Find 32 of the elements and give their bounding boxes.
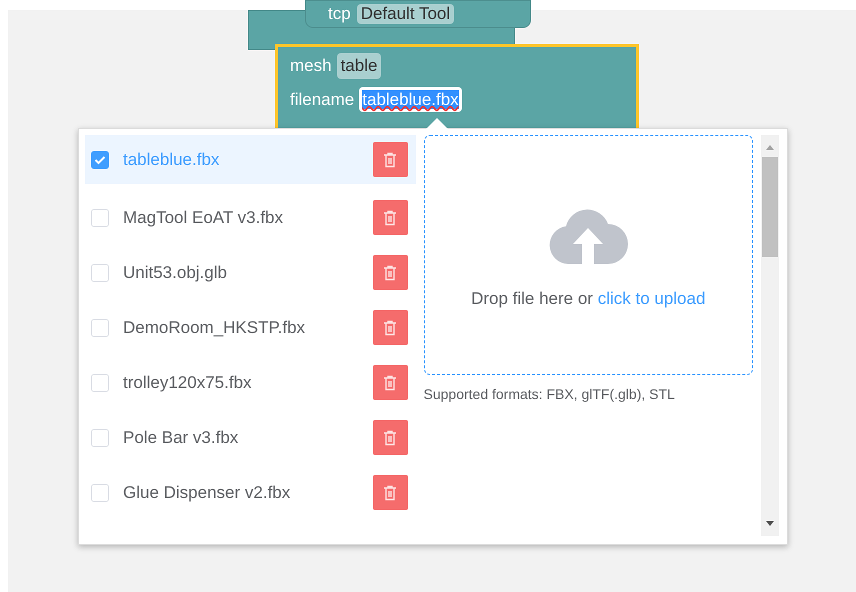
delete-button[interactable] (372, 142, 408, 177)
block-label: tcp (328, 4, 351, 24)
trash-icon (383, 320, 397, 336)
file-name: trolley120x75.fbx (123, 372, 253, 394)
checkbox[interactable] (91, 150, 109, 168)
trash-icon (383, 430, 397, 446)
block-label: filename (290, 88, 354, 110)
dropdown-field[interactable]: table (336, 53, 382, 78)
trash-icon (383, 152, 397, 168)
file-name: Glue Dispenser v2.fbx (123, 482, 292, 504)
file-name: Pole Bar v3.fbx (123, 426, 240, 449)
file-name: Unit53.obj.glb (123, 262, 228, 284)
check-icon (94, 154, 106, 164)
file-name: tableblue.fbx (123, 148, 220, 171)
format-note: Supported formats: FBX, glTF(.glb), STL (424, 385, 676, 404)
block-label: mesh (290, 55, 332, 77)
file-name: DemoRoom_HKSTP.fbx (123, 316, 306, 339)
upload-dropzone[interactable]: Drop file here or click to upload (424, 135, 753, 375)
delete-button[interactable] (372, 200, 408, 235)
text-input-field[interactable]: tableblue.fbx (359, 86, 462, 112)
delete-button[interactable] (372, 420, 408, 455)
dropdown-field[interactable]: Default Tool (356, 4, 454, 24)
delete-button[interactable] (372, 475, 408, 510)
file-name: MagTool EoAT v3.fbx (123, 206, 284, 229)
delete-button[interactable] (372, 365, 408, 400)
trash-icon (383, 210, 397, 226)
delete-button[interactable] (372, 310, 408, 345)
delete-button[interactable] (372, 255, 408, 290)
upload-prompt: Drop file here or click to upload (471, 288, 706, 310)
trash-icon (383, 374, 397, 390)
trash-icon (383, 484, 397, 500)
trash-icon (383, 264, 397, 280)
